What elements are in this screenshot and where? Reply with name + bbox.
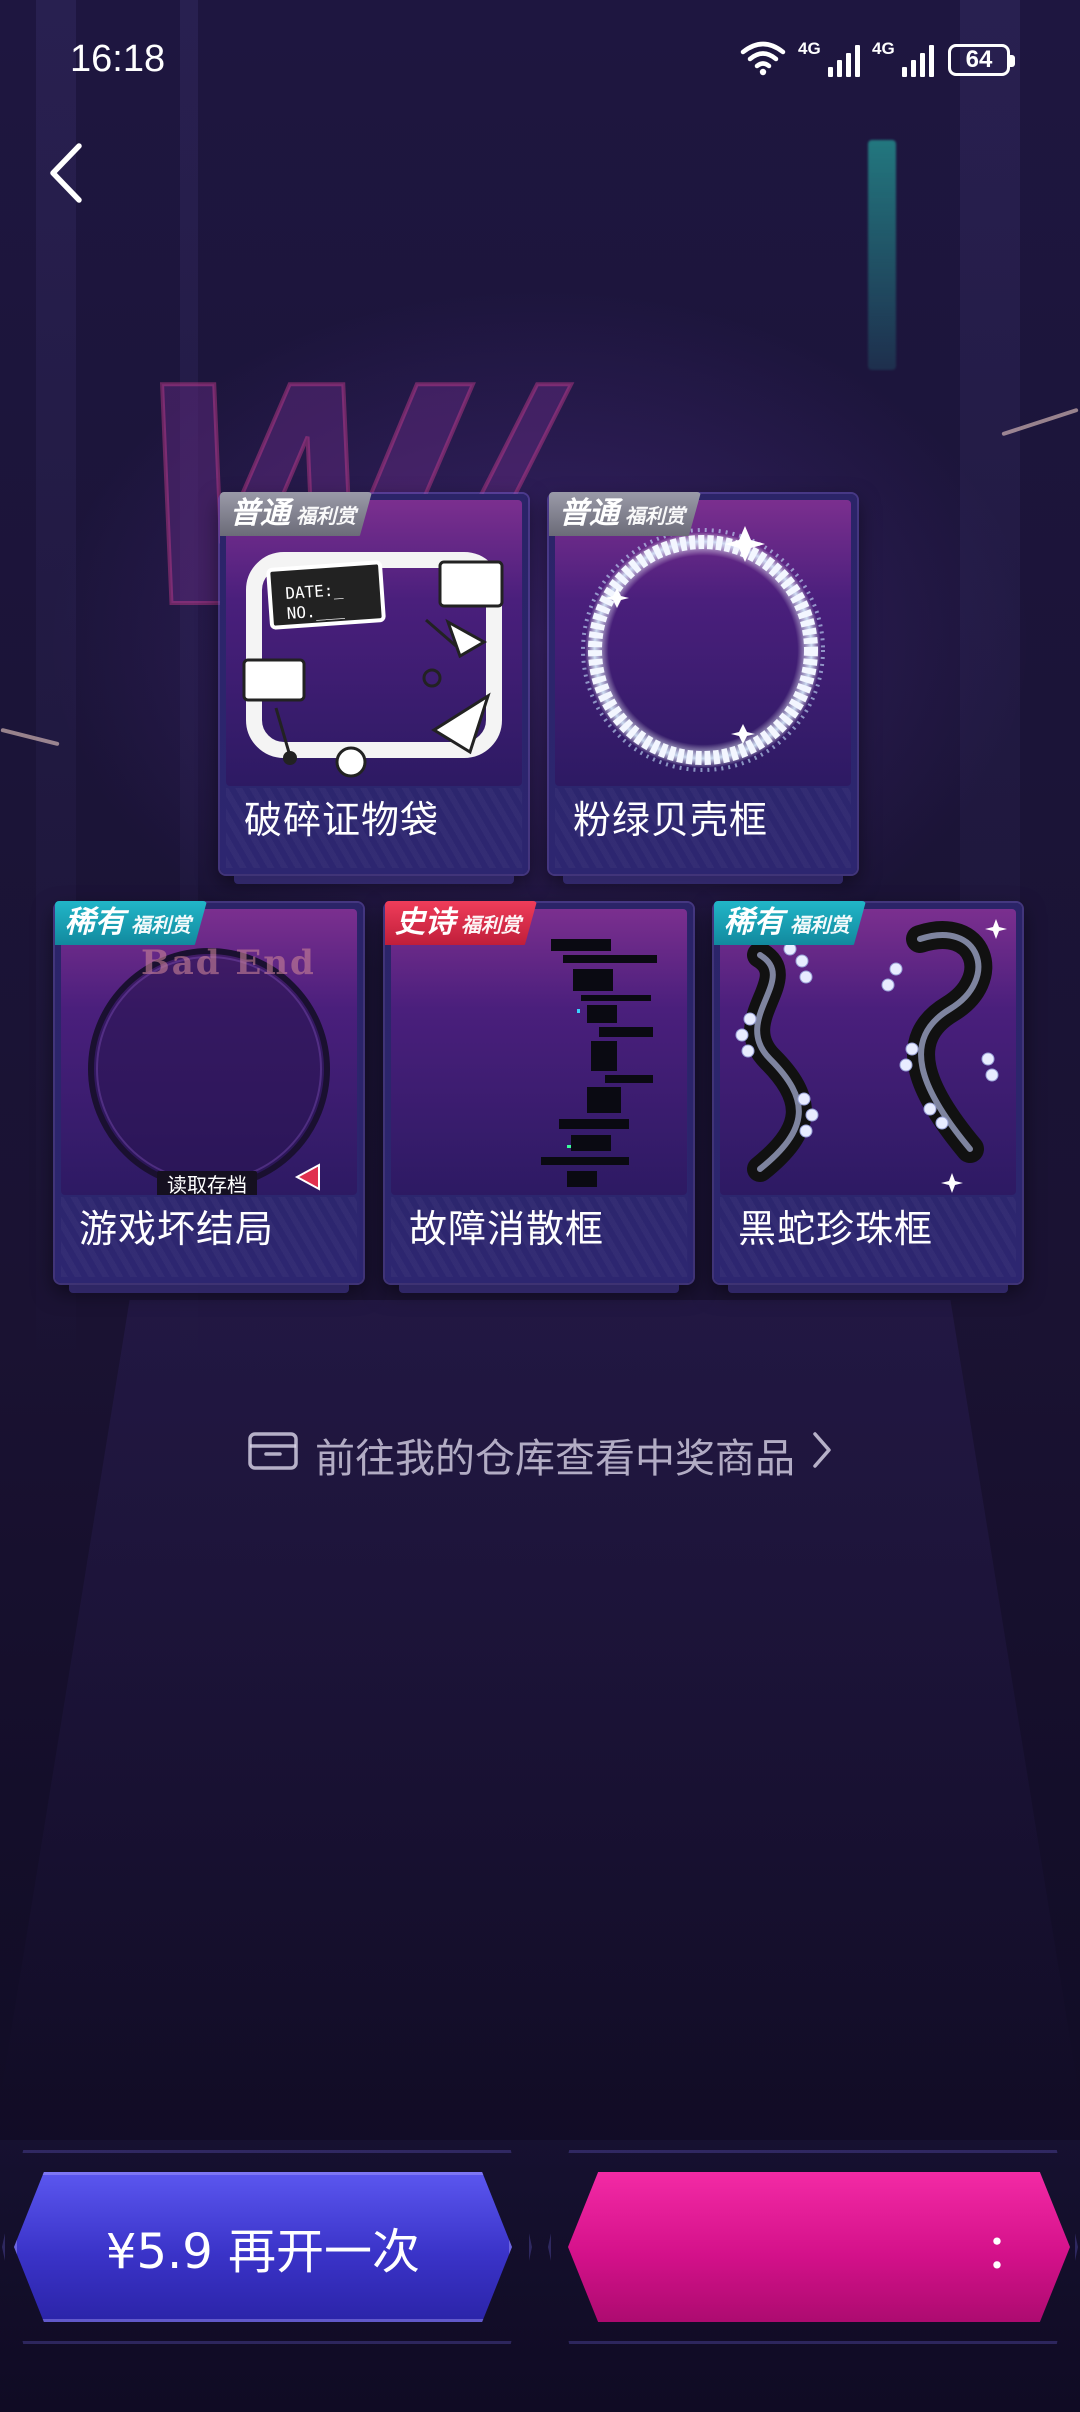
back-button[interactable] bbox=[30, 140, 100, 210]
reopen-button[interactable]: ¥5.9 再开一次 bbox=[14, 2172, 512, 2322]
action-button-label: ： bbox=[984, 2224, 1033, 2280]
status-bar: 16:18 4G 4G 64 bbox=[0, 0, 1080, 120]
tier-sub-label: 福利赏 bbox=[131, 913, 191, 937]
tier-label: 稀有 bbox=[65, 905, 125, 940]
card-art-shell-frame bbox=[555, 500, 851, 786]
card-name: 游戏坏结局 bbox=[79, 1207, 275, 1251]
status-time: 16:18 bbox=[70, 38, 166, 80]
action-button[interactable]: ： bbox=[568, 2172, 1070, 2322]
tier-label: 稀有 bbox=[724, 905, 784, 940]
card-art-glitch-frame bbox=[391, 909, 687, 1195]
background-neon-sign bbox=[868, 140, 896, 370]
card-name: 粉绿贝壳框 bbox=[573, 798, 769, 842]
tier-label: 普通 bbox=[559, 496, 619, 531]
tier-label: 普通 bbox=[230, 496, 290, 531]
art-label: Bad End bbox=[141, 943, 316, 983]
cellular-signal-icon: 4G bbox=[798, 39, 860, 77]
chevron-left-icon bbox=[45, 142, 85, 208]
card-art-bad-end: Bad End 读取存档 bbox=[61, 909, 357, 1195]
tier-badge: 稀有 福利赏 bbox=[55, 901, 207, 945]
tier-sub-label: 福利赏 bbox=[790, 913, 850, 937]
signal-label: 4G bbox=[872, 39, 895, 58]
reopen-button-label: ¥5.9 再开一次 bbox=[105, 2224, 421, 2280]
tier-badge: 普通 福利赏 bbox=[549, 492, 701, 536]
tier-badge: 史诗 福利赏 bbox=[385, 901, 537, 945]
card-art-evidence-bag: DATE:_ NO.___ bbox=[226, 500, 522, 786]
tier-badge: 稀有 福利赏 bbox=[714, 901, 866, 945]
tier-label: 史诗 bbox=[395, 905, 455, 940]
prize-card[interactable]: DATE:_ NO.___ 普通 福利赏 破碎证物袋 bbox=[220, 492, 528, 884]
card-name: 破碎证物袋 bbox=[244, 798, 440, 842]
prize-card[interactable]: 普通 福利赏 粉绿贝壳框 bbox=[549, 492, 857, 884]
prize-card[interactable]: Bad End 读取存档 稀有 福利赏 游戏坏结局 bbox=[55, 901, 363, 1293]
tier-badge: 普通 福利赏 bbox=[220, 492, 372, 536]
wifi-icon bbox=[740, 40, 786, 80]
signal-label: 4G bbox=[798, 39, 821, 58]
prize-card[interactable]: 史诗 福利赏 故障消散框 bbox=[385, 901, 693, 1293]
chevron-right-icon bbox=[811, 1430, 833, 1480]
tier-sub-label: 福利赏 bbox=[625, 504, 685, 528]
warehouse-link[interactable]: 前往我的仓库查看中奖商品 bbox=[0, 1425, 1080, 1485]
art-label: NO.___ bbox=[286, 599, 346, 623]
warehouse-link-label: 前往我的仓库查看中奖商品 bbox=[315, 1436, 795, 1482]
cellular-signal-icon: 4G bbox=[872, 39, 934, 77]
prize-card[interactable]: 稀有 福利赏 黑蛇珍珠框 bbox=[714, 901, 1022, 1293]
background-floor bbox=[0, 1300, 1080, 2100]
box-icon bbox=[247, 1428, 299, 1482]
card-name: 故障消散框 bbox=[409, 1207, 605, 1251]
tier-sub-label: 福利赏 bbox=[461, 913, 521, 937]
tier-sub-label: 福利赏 bbox=[296, 504, 356, 528]
battery-icon: 64 bbox=[948, 44, 1015, 76]
card-name: 黑蛇珍珠框 bbox=[738, 1207, 934, 1251]
card-art-black-snake-pearl bbox=[720, 909, 1016, 1195]
status-icons: 4G 4G 64 bbox=[740, 39, 1015, 80]
art-label: 读取存档 bbox=[157, 1171, 257, 1195]
